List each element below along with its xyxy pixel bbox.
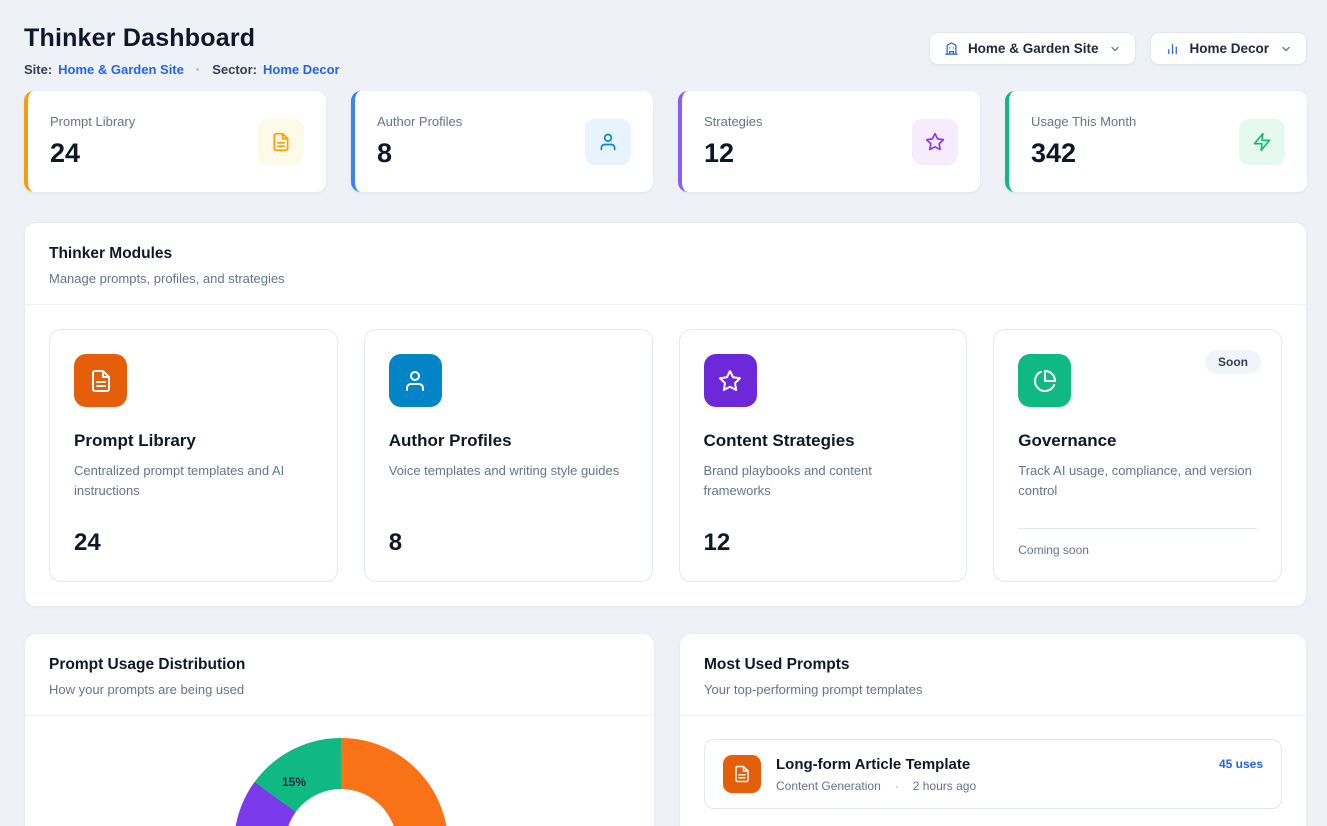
usage-card-header: Prompt Usage Distribution How your promp… xyxy=(25,634,654,716)
prompt-category: Content Generation xyxy=(776,779,881,793)
user-icon xyxy=(389,354,442,407)
sector-link[interactable]: Home Decor xyxy=(263,62,340,77)
prompts-title: Most Used Prompts xyxy=(704,656,1282,674)
module-card-author-profiles[interactable]: Author Profiles Voice templates and writ… xyxy=(364,329,653,582)
uses-badge: 45 uses xyxy=(1219,757,1263,771)
bottom-row: Prompt Usage Distribution How your promp… xyxy=(24,633,1307,826)
zap-icon xyxy=(1239,119,1285,165)
thinker-modules-panel: Thinker Modules Manage prompts, profiles… xyxy=(24,222,1307,607)
module-title: Author Profiles xyxy=(389,431,628,451)
stat-card-usage: Usage This Month 342 xyxy=(1005,91,1307,192)
bar-chart-icon xyxy=(1165,41,1180,56)
module-title: Content Strategies xyxy=(704,431,943,451)
module-title: Prompt Library xyxy=(74,431,313,451)
header-controls: Home & Garden Site Home Decor xyxy=(929,32,1307,65)
star-icon xyxy=(912,119,958,165)
prompt-item-title: Long-form Article Template xyxy=(776,756,1204,773)
prompt-list: Long-form Article Template Content Gener… xyxy=(680,716,1306,826)
site-label: Site: xyxy=(24,62,52,77)
stat-label: Author Profiles xyxy=(377,114,462,129)
site-link[interactable]: Home & Garden Site xyxy=(58,62,184,77)
breadcrumb: Site: Home & Garden Site · Sector: Home … xyxy=(24,62,340,77)
module-description: Track AI usage, compliance, and version … xyxy=(1018,461,1257,501)
module-description: Voice templates and writing style guides xyxy=(389,461,628,481)
building-icon xyxy=(944,41,959,56)
page-title: Thinker Dashboard xyxy=(24,24,340,53)
site-selector-dropdown[interactable]: Home & Garden Site xyxy=(929,32,1137,65)
separator-dot: · xyxy=(196,62,200,77)
stat-value: 8 xyxy=(377,138,462,169)
modules-panel-header: Thinker Modules Manage prompts, profiles… xyxy=(25,223,1306,305)
stat-card-strategies: Strategies 12 xyxy=(678,91,980,192)
modules-grid: Prompt Library Centralized prompt templa… xyxy=(25,305,1306,606)
sector-label: Sector: xyxy=(212,62,257,77)
separator-dot: · xyxy=(895,779,899,793)
star-icon xyxy=(704,354,757,407)
module-count: 12 xyxy=(704,529,943,557)
file-text-icon xyxy=(74,354,127,407)
modules-subtitle: Manage prompts, profiles, and strategies xyxy=(49,271,1282,286)
chevron-down-icon xyxy=(1280,43,1292,55)
module-description: Brand playbooks and content frameworks xyxy=(704,461,943,501)
sector-selector-label: Home Decor xyxy=(1189,41,1269,56)
chevron-down-icon xyxy=(1109,43,1121,55)
pie-chart-icon xyxy=(1018,354,1071,407)
stats-row: Prompt Library 24 Author Profiles 8 Stra… xyxy=(24,91,1307,192)
module-card-prompt-library[interactable]: Prompt Library Centralized prompt templa… xyxy=(49,329,338,582)
stat-card-prompt-library: Prompt Library 24 xyxy=(24,91,326,192)
module-card-content-strategies[interactable]: Content Strategies Brand playbooks and c… xyxy=(679,329,968,582)
stat-value: 12 xyxy=(704,138,763,169)
dashboard-page: Thinker Dashboard Site: Home & Garden Si… xyxy=(0,0,1327,826)
stat-card-author-profiles: Author Profiles 8 xyxy=(351,91,653,192)
modules-title: Thinker Modules xyxy=(49,245,1282,263)
list-item-prompt[interactable]: Long-form Article Template Content Gener… xyxy=(704,739,1282,809)
usage-donut xyxy=(234,738,448,826)
user-icon xyxy=(585,119,631,165)
stat-label: Strategies xyxy=(704,114,763,129)
usage-chart-area: 15% xyxy=(25,716,654,826)
file-text-icon xyxy=(258,119,304,165)
stat-label: Prompt Library xyxy=(50,114,135,129)
usage-title: Prompt Usage Distribution xyxy=(49,656,630,674)
stat-label: Usage This Month xyxy=(1031,114,1136,129)
site-selector-label: Home & Garden Site xyxy=(968,41,1099,56)
header-left: Thinker Dashboard Site: Home & Garden Si… xyxy=(24,24,340,77)
module-card-governance[interactable]: Soon Governance Track AI usage, complian… xyxy=(993,329,1282,582)
prompt-timestamp: 2 hours ago xyxy=(913,779,976,793)
module-count: 8 xyxy=(389,529,628,557)
most-used-prompts-card: Most Used Prompts Your top-performing pr… xyxy=(679,633,1307,826)
usage-subtitle: How your prompts are being used xyxy=(49,682,630,697)
prompts-subtitle: Your top-performing prompt templates xyxy=(704,682,1282,697)
file-text-icon xyxy=(723,755,761,793)
prompt-item-meta: Content Generation · 2 hours ago xyxy=(776,779,1204,793)
module-count: 24 xyxy=(74,529,313,557)
sector-selector-dropdown[interactable]: Home Decor xyxy=(1150,32,1307,65)
module-title: Governance xyxy=(1018,431,1257,451)
donut-segment-label: 15% xyxy=(282,775,306,789)
stat-value: 342 xyxy=(1031,138,1136,169)
soon-badge: Soon xyxy=(1205,350,1261,374)
module-description: Centralized prompt templates and AI inst… xyxy=(74,461,313,501)
prompts-card-header: Most Used Prompts Your top-performing pr… xyxy=(680,634,1306,716)
page-header: Thinker Dashboard Site: Home & Garden Si… xyxy=(24,24,1307,77)
stat-value: 24 xyxy=(50,138,135,169)
coming-soon-label: Coming soon xyxy=(1018,528,1257,557)
usage-distribution-card: Prompt Usage Distribution How your promp… xyxy=(24,633,655,826)
